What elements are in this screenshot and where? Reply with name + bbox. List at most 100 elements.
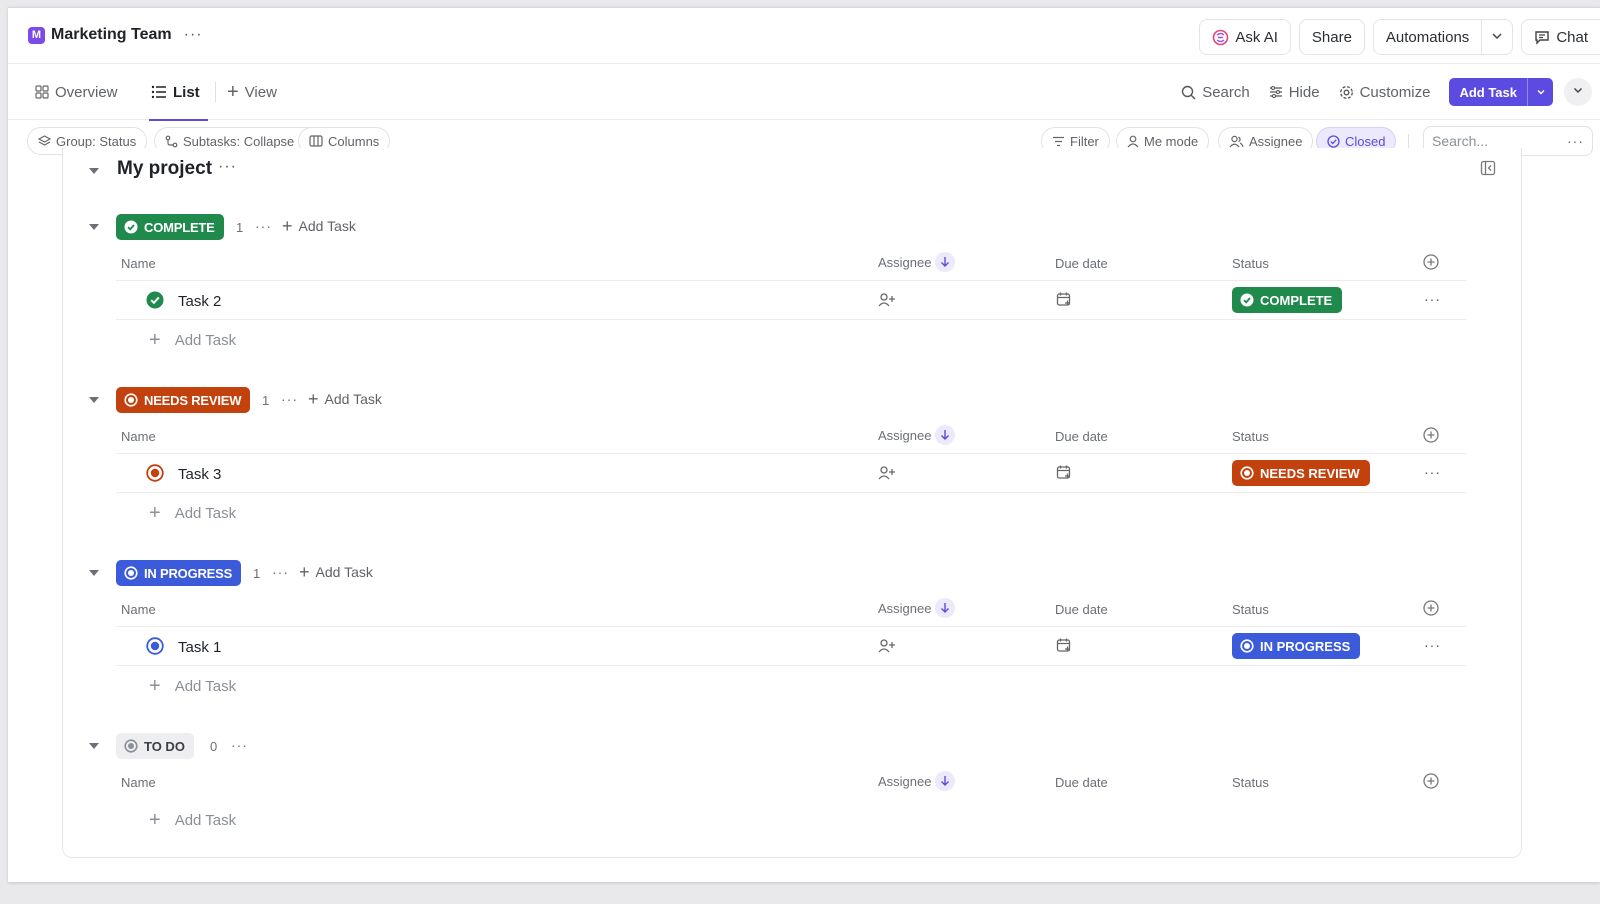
column-status[interactable]: Status <box>1232 429 1269 444</box>
hide-button[interactable]: Hide <box>1269 84 1320 101</box>
collapse-toolbar-button[interactable] <box>1564 78 1592 106</box>
task-more-button[interactable]: ··· <box>1424 464 1441 480</box>
sort-arrow-icon[interactable] <box>935 425 956 445</box>
calendar-add-icon[interactable] <box>1056 464 1072 485</box>
group-add-task-button[interactable]: + Add Task <box>282 217 356 235</box>
project-title[interactable]: My project <box>117 158 212 180</box>
workspace-name[interactable]: Marketing Team <box>51 26 172 44</box>
task-name[interactable]: Task 3 <box>178 466 221 483</box>
share-button[interactable]: Share <box>1298 19 1365 55</box>
task-status-pill[interactable]: IN PROGRESS <box>1232 633 1361 659</box>
tab-list[interactable]: List <box>149 64 208 121</box>
group-caret-icon[interactable] <box>89 743 99 749</box>
me-mode-label: Me mode <box>1144 133 1199 149</box>
task-more-button[interactable]: ··· <box>1424 291 1441 307</box>
column-due-date[interactable]: Due date <box>1055 602 1108 617</box>
column-assignee[interactable]: Assignee <box>878 598 956 618</box>
task-more-button[interactable]: ··· <box>1424 637 1441 653</box>
sort-arrow-icon[interactable] <box>935 252 956 272</box>
column-status[interactable]: Status <box>1232 256 1269 271</box>
add-column-icon[interactable] <box>1423 254 1439 275</box>
plus-icon: + <box>282 216 293 236</box>
automations-dropdown-button[interactable] <box>1482 19 1514 55</box>
group-more-button[interactable]: ··· <box>281 391 298 407</box>
task-status-pill[interactable]: NEEDS REVIEW <box>1232 460 1370 486</box>
column-due-date[interactable]: Due date <box>1055 429 1108 444</box>
search-button[interactable]: Search <box>1181 84 1250 101</box>
add-task-button[interactable]: Add Task <box>1449 78 1553 106</box>
group-status-complete[interactable]: COMPLETE <box>116 214 224 240</box>
chevron-down-icon <box>1572 83 1584 101</box>
chat-button[interactable]: Chat <box>1521 19 1600 55</box>
column-assignee[interactable]: Assignee <box>878 252 956 272</box>
add-task-row[interactable]: + Add Task <box>149 810 236 830</box>
group-add-task-button[interactable]: + Add Task <box>299 563 373 581</box>
task-name[interactable]: Task 1 <box>178 639 221 656</box>
add-assignee-icon[interactable] <box>878 465 896 486</box>
table-row[interactable]: Task 2 COMPLETE ··· <box>116 281 1466 319</box>
workspace-header[interactable]: M Marketing Team ··· <box>28 26 203 44</box>
layers-icon <box>38 134 51 148</box>
group-status-needs-review[interactable]: NEEDS REVIEW <box>116 387 251 413</box>
group-status-label: IN PROGRESS <box>144 565 233 581</box>
add-column-icon[interactable] <box>1423 600 1439 621</box>
tab-overview[interactable]: Overview <box>35 64 118 120</box>
group-status-in-progress[interactable]: IN PROGRESS <box>116 560 242 586</box>
chevron-down-icon[interactable] <box>1527 78 1553 106</box>
sort-arrow-icon[interactable] <box>935 771 956 791</box>
sort-arrow-icon[interactable] <box>935 598 956 618</box>
plus-icon: + <box>299 562 310 582</box>
group-caret-icon[interactable] <box>89 397 99 403</box>
task-status-pill[interactable]: COMPLETE <box>1232 287 1343 313</box>
workspace-more-button[interactable]: ··· <box>184 26 203 44</box>
add-column-icon[interactable] <box>1423 773 1439 794</box>
add-assignee-icon[interactable] <box>878 292 896 313</box>
add-task-row[interactable]: + Add Task <box>149 503 236 523</box>
group-status-to-do[interactable]: TO DO <box>116 733 194 759</box>
table-row[interactable]: Task 1 IN PROGRESS ··· <box>116 627 1466 665</box>
in-progress-status-icon[interactable] <box>146 637 164 660</box>
column-assignee[interactable]: Assignee <box>878 771 956 791</box>
add-column-icon[interactable] <box>1423 427 1439 448</box>
column-name[interactable]: Name <box>121 602 156 617</box>
collapse-caret-icon[interactable] <box>89 168 99 174</box>
column-name[interactable]: Name <box>121 429 156 444</box>
column-assignee[interactable]: Assignee <box>878 425 956 445</box>
column-due-date[interactable]: Due date <box>1055 775 1108 790</box>
task-name[interactable]: Task 2 <box>178 293 221 310</box>
column-status[interactable]: Status <box>1232 775 1269 790</box>
group-more-button[interactable]: ··· <box>272 564 289 580</box>
table-row[interactable]: Task 3 NEEDS REVIEW ··· <box>116 454 1466 492</box>
complete-status-icon[interactable] <box>146 291 164 314</box>
automations-button[interactable]: Automations <box>1372 19 1483 55</box>
tab-add-view[interactable]: + View <box>227 64 277 120</box>
column-name[interactable]: Name <box>121 775 156 790</box>
add-task-row[interactable]: + Add Task <box>149 676 236 696</box>
ask-ai-label: Ask AI <box>1235 28 1278 46</box>
customize-button[interactable]: Customize <box>1339 84 1430 101</box>
group-more-button[interactable]: ··· <box>255 218 272 234</box>
group-status-label: NEEDS REVIEW <box>144 392 242 408</box>
check-circle-icon <box>1327 134 1340 148</box>
calendar-add-icon[interactable] <box>1056 637 1072 658</box>
ai-brain-icon <box>1212 29 1229 46</box>
project-more-button[interactable]: ··· <box>218 158 237 176</box>
calendar-add-icon[interactable] <box>1056 291 1072 312</box>
group-add-task-button[interactable]: + Add Task <box>308 390 382 408</box>
column-assignee-label: Assignee <box>878 427 932 443</box>
task-status-label: COMPLETE <box>1260 292 1333 308</box>
ask-ai-button[interactable]: Ask AI <box>1199 19 1291 55</box>
add-task-row[interactable]: + Add Task <box>149 330 236 350</box>
column-name[interactable]: Name <box>121 256 156 271</box>
sidebar-collapse-icon[interactable] <box>1480 160 1496 181</box>
filter-icon <box>1052 136 1065 147</box>
column-status[interactable]: Status <box>1232 602 1269 617</box>
tab-divider <box>215 82 216 102</box>
group-caret-icon[interactable] <box>89 570 99 576</box>
group-caret-icon[interactable] <box>89 224 99 230</box>
group-more-button[interactable]: ··· <box>231 737 248 753</box>
add-assignee-icon[interactable] <box>878 638 896 659</box>
search-more-button[interactable]: ··· <box>1567 133 1584 149</box>
needs-review-status-icon[interactable] <box>146 464 164 487</box>
column-due-date[interactable]: Due date <box>1055 256 1108 271</box>
